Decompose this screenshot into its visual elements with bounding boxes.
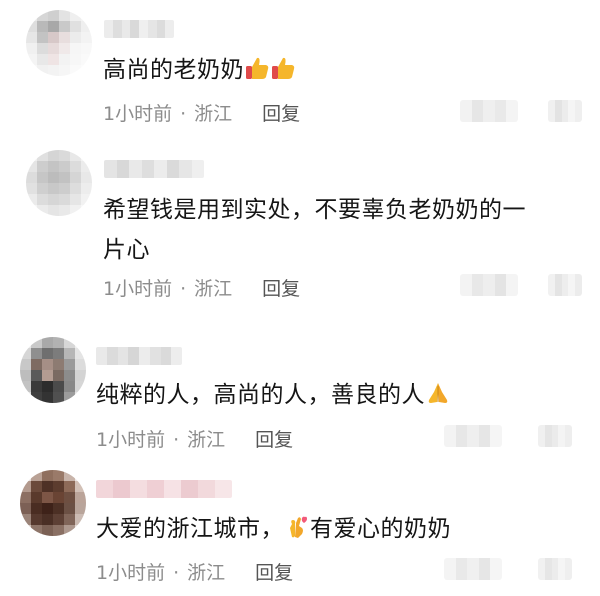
- username-blurred[interactable]: [96, 480, 232, 498]
- more-action-blurred[interactable]: [538, 558, 572, 580]
- comment-text: 希望钱是用到实处，不要辜负老奶奶的一 片心: [103, 190, 526, 270]
- timestamp: 1小时前: [103, 278, 173, 300]
- comment-meta: 1小时前 · 浙江 回复: [103, 274, 300, 301]
- separator: ·: [180, 278, 187, 300]
- thumbs-up-icon: [246, 57, 269, 79]
- comment-text-line: 片心: [103, 237, 150, 263]
- reply-button[interactable]: 回复: [262, 278, 300, 300]
- avatar[interactable]: [20, 337, 86, 403]
- comment-text-line: 希望钱是用到实处，不要辜负老奶奶的一: [103, 197, 526, 223]
- more-action-blurred[interactable]: [548, 100, 582, 122]
- username-blurred[interactable]: [104, 160, 204, 178]
- timestamp: 1小时前: [103, 103, 173, 125]
- location: 浙江: [194, 103, 233, 125]
- comment-meta: 1小时前 · 浙江 回复: [103, 99, 300, 126]
- location: 浙江: [194, 278, 233, 300]
- comment-meta: 1小时前 · 浙江 回复: [96, 558, 293, 585]
- like-action-blurred[interactable]: [460, 274, 518, 296]
- thumbs-up-icon: [272, 57, 295, 79]
- avatar[interactable]: [26, 10, 92, 76]
- username-blurred[interactable]: [104, 20, 174, 38]
- more-action-blurred[interactable]: [538, 425, 572, 447]
- like-action-blurred[interactable]: [460, 100, 518, 122]
- location: 浙江: [187, 429, 226, 451]
- reply-button[interactable]: 回复: [255, 562, 293, 584]
- crossed-fingers-heart-icon: [290, 516, 307, 538]
- separator: ·: [173, 429, 180, 451]
- comment-text: 纯粹的人，高尚的人，善良的人: [96, 375, 451, 415]
- folded-hands-icon: [428, 383, 448, 403]
- like-action-blurred[interactable]: [444, 425, 502, 447]
- avatar[interactable]: [20, 470, 86, 536]
- comment-meta: 1小时前 · 浙江 回复: [96, 425, 293, 452]
- comment-text: 大爱的浙江城市， 有爱心的奶奶: [96, 516, 451, 542]
- avatar[interactable]: [26, 150, 92, 216]
- comment-text: 高尚的老奶奶: [103, 50, 296, 90]
- separator: ·: [180, 103, 187, 125]
- location: 浙江: [187, 562, 226, 584]
- like-action-blurred[interactable]: [444, 558, 502, 580]
- reply-button[interactable]: 回复: [262, 103, 300, 125]
- reply-button[interactable]: 回复: [255, 429, 293, 451]
- timestamp: 1小时前: [96, 562, 166, 584]
- username-blurred[interactable]: [96, 347, 182, 365]
- more-action-blurred[interactable]: [548, 274, 582, 296]
- timestamp: 1小时前: [96, 429, 166, 451]
- separator: ·: [173, 562, 180, 584]
